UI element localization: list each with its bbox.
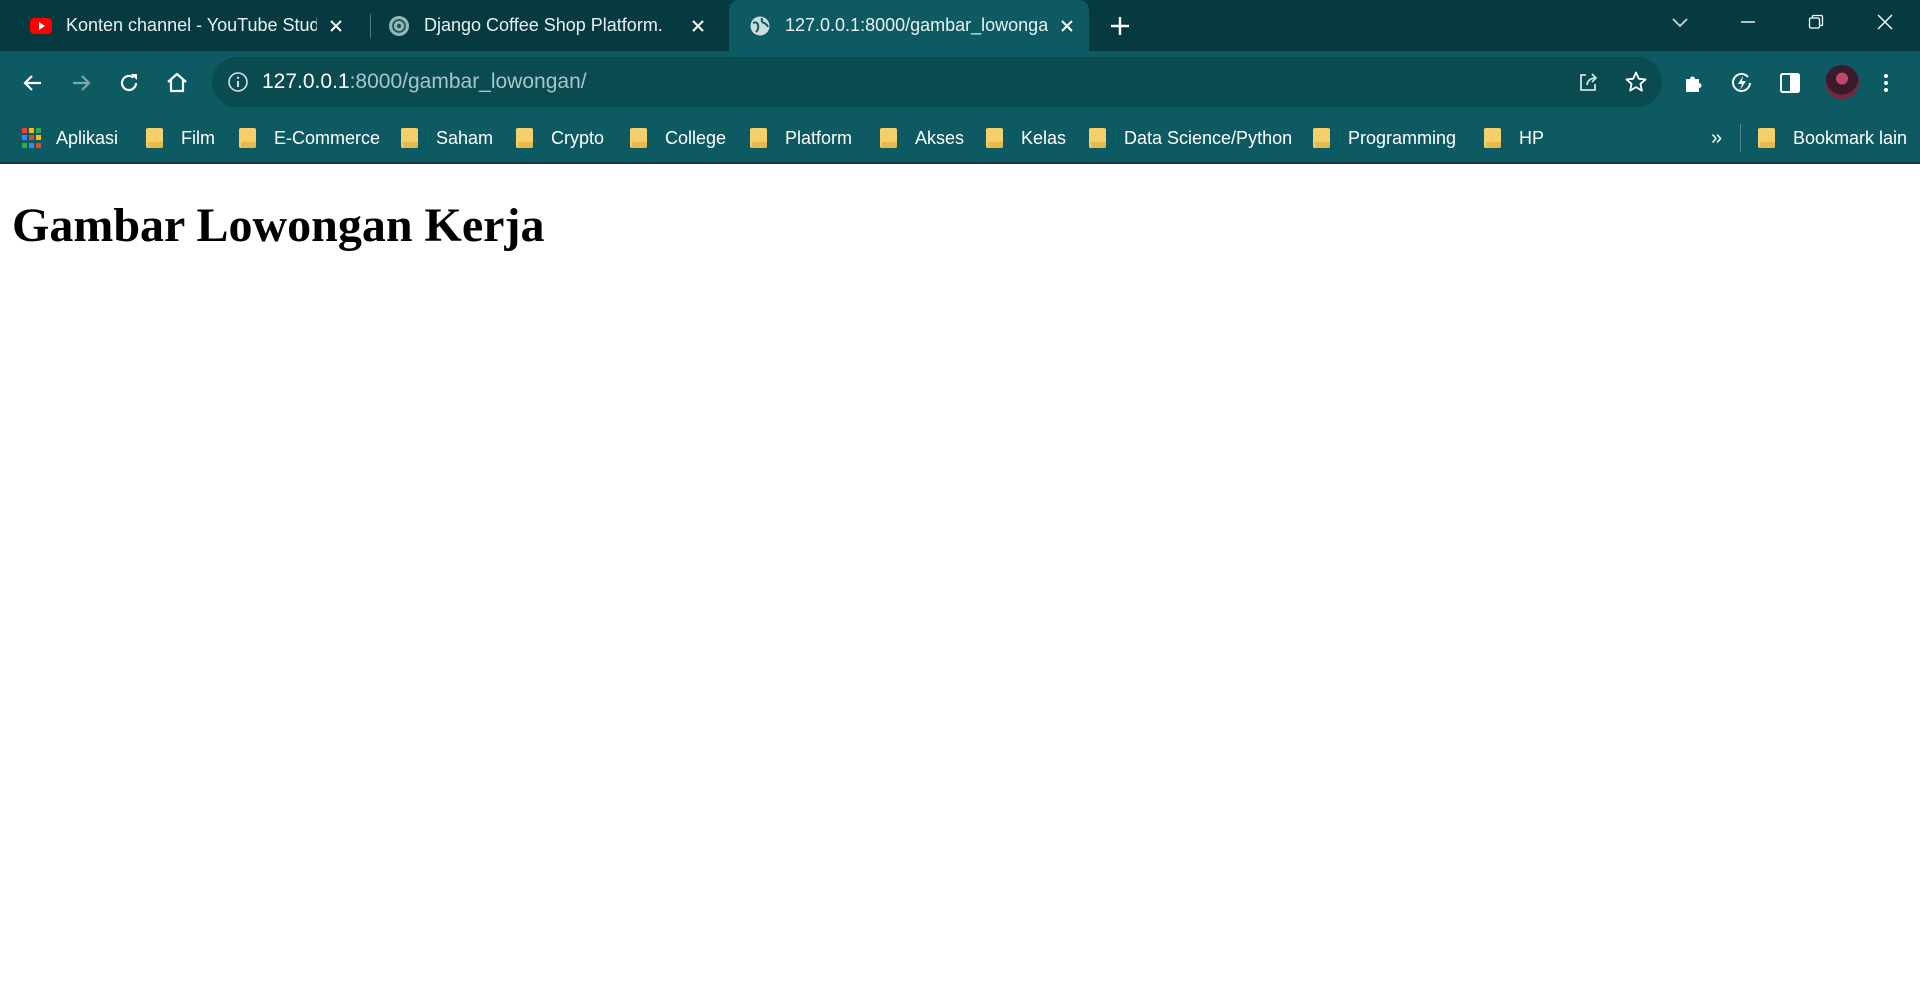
bookmark-folder[interactable]: Crypto	[516, 114, 604, 162]
restore-icon	[1808, 14, 1824, 29]
tab-youtube-studio[interactable]: Konten channel - YouTube Studio	[18, 0, 358, 51]
folder-icon	[986, 128, 1003, 148]
puzzle-icon	[1686, 76, 1702, 92]
arrow-left-icon	[23, 75, 41, 91]
tab-gambar-lowongan[interactable]: 127.0.0.1:8000/gambar_lowongan/	[729, 0, 1089, 51]
forward-button[interactable]	[63, 65, 99, 101]
reload-icon	[120, 74, 138, 92]
bookmark-label: Aplikasi	[56, 127, 119, 148]
performance-button[interactable]	[1724, 65, 1760, 101]
tab-title: 127.0.0.1:8000/gambar_lowongan/	[785, 15, 1049, 35]
bookmark-label: Programming	[1348, 127, 1457, 148]
side-panel-icon	[1780, 73, 1800, 93]
bookmark-folder[interactable]: Kelas	[986, 114, 1066, 162]
close-tab-icon[interactable]	[687, 15, 709, 37]
bookmark-label: College	[665, 127, 727, 148]
bookmark-label: Data Science/Python	[1124, 127, 1293, 148]
folder-icon	[630, 128, 647, 148]
bookmark-folder[interactable]: Film	[146, 114, 215, 162]
tab-django-coffee-shop[interactable]: Django Coffee Shop Platform.	[376, 0, 721, 51]
page-title: Gambar Lowongan Kerja	[12, 199, 545, 252]
new-tab-button[interactable]	[1106, 12, 1134, 40]
bookmark-star-icon[interactable]	[1622, 68, 1650, 96]
bookmark-folder[interactable]: Data Science/Python	[1089, 114, 1292, 162]
bookmark-folder[interactable]: E-Commerce	[239, 114, 380, 162]
url-text[interactable]: 127.0.0.1:8000/gambar_lowongan/	[262, 57, 587, 107]
bookmark-label: Akses	[915, 127, 965, 148]
bookmarks-bar: Aplikasi Film E-Commerce Saham Crypto Co…	[0, 114, 1920, 164]
url-host: 127.0.0.1	[262, 70, 350, 93]
bookmark-label: Crypto	[551, 127, 605, 148]
more-vertical-icon	[1884, 74, 1888, 92]
side-panel-button[interactable]	[1772, 65, 1808, 101]
folder-icon	[146, 128, 163, 148]
folder-icon	[1313, 128, 1330, 148]
folder-icon	[750, 128, 767, 148]
plus-icon	[1111, 17, 1129, 35]
apps-grid-icon	[22, 128, 42, 148]
globe-icon	[749, 15, 771, 37]
bookmark-label: Saham	[436, 127, 494, 148]
minimize-icon	[1741, 21, 1755, 23]
home-button[interactable]	[159, 65, 195, 101]
bookmark-label: Film	[181, 127, 215, 148]
bookmark-label: E-Commerce	[274, 127, 381, 148]
extensions-button[interactable]	[1676, 65, 1712, 101]
chatgpt-icon	[388, 15, 410, 37]
bookmarks-overflow-button[interactable]: »	[1711, 114, 1722, 162]
close-tab-icon[interactable]	[325, 15, 346, 37]
minimize-button[interactable]	[1718, 0, 1778, 44]
bookmark-folder[interactable]: Programming	[1313, 114, 1456, 162]
tab-search-button[interactable]	[1650, 0, 1710, 44]
close-icon	[1877, 14, 1893, 30]
folder-icon	[1089, 128, 1106, 148]
youtube-icon	[30, 15, 52, 37]
bookmark-other[interactable]: Bookmark lain	[1758, 114, 1907, 162]
folder-icon	[239, 128, 256, 148]
back-button[interactable]	[15, 65, 51, 101]
reload-button[interactable]	[111, 65, 147, 101]
home-icon	[167, 72, 187, 93]
folder-icon	[401, 128, 418, 148]
bookmark-apps[interactable]: Aplikasi	[22, 114, 118, 162]
energy-saver-icon	[1732, 73, 1751, 92]
bookmark-label: Platform	[785, 127, 853, 148]
page-content: Gambar Lowongan Kerja	[0, 164, 1920, 1008]
close-window-button[interactable]	[1855, 0, 1915, 44]
arrow-right-icon	[73, 75, 91, 91]
tab-title: Konten channel - YouTube Studio	[66, 15, 318, 35]
bookmark-folder[interactable]: HP	[1484, 114, 1544, 162]
folder-icon	[1484, 128, 1501, 148]
menu-button[interactable]	[1868, 65, 1904, 101]
bookmarks-divider	[1740, 124, 1741, 152]
share-icon[interactable]	[1574, 68, 1602, 96]
folder-icon	[1758, 128, 1775, 148]
tab-title: Django Coffee Shop Platform.	[424, 15, 663, 35]
tab-strip: Konten channel - YouTube Studio Django C…	[0, 0, 1920, 51]
browser-toolbar: 127.0.0.1:8000/gambar_lowongan/	[0, 51, 1920, 114]
bookmark-label: Kelas	[1021, 127, 1067, 148]
bookmark-folder[interactable]: College	[630, 114, 726, 162]
bookmark-label: HP	[1519, 127, 1545, 148]
close-tab-icon[interactable]	[1056, 15, 1077, 37]
bookmark-folder[interactable]: Saham	[401, 114, 493, 162]
info-icon[interactable]	[226, 70, 250, 94]
avatar[interactable]	[1825, 65, 1859, 99]
folder-icon	[880, 128, 897, 148]
url-path: :8000/gambar_lowongan/	[349, 70, 587, 93]
address-bar[interactable]: 127.0.0.1:8000/gambar_lowongan/	[212, 57, 1662, 107]
bookmark-label: Bookmark lain	[1793, 127, 1908, 148]
bookmark-folder[interactable]: Akses	[880, 114, 964, 162]
folder-icon	[516, 128, 533, 148]
chevron-double-right-icon: »	[1711, 126, 1723, 149]
restore-button[interactable]	[1786, 0, 1846, 44]
bookmark-folder[interactable]: Platform	[750, 114, 852, 162]
tab-separator	[370, 14, 371, 38]
chevron-down-icon	[1672, 18, 1688, 28]
